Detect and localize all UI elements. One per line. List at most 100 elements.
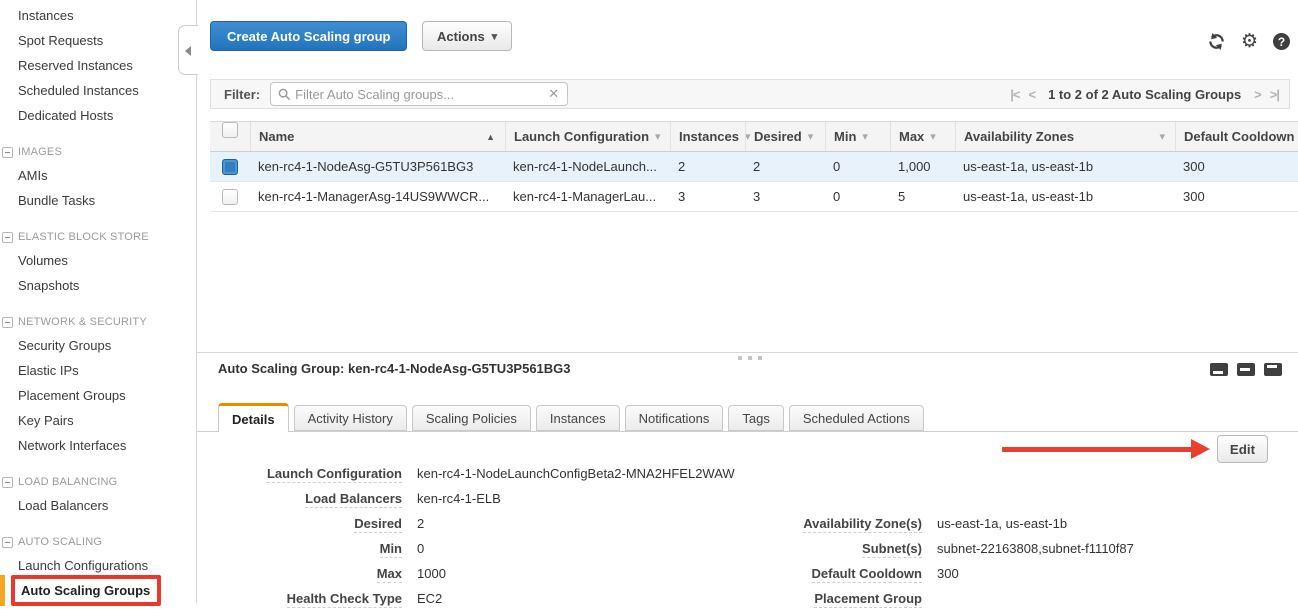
- panel-resize-handle[interactable]: [738, 356, 762, 360]
- actions-button[interactable]: Actions ▾: [422, 21, 512, 51]
- sidebar-section-network-security[interactable]: NETWORK & SECURITY: [0, 311, 196, 333]
- cell-default-cooldown: 300: [1175, 159, 1298, 174]
- cell-max: 1,000: [890, 159, 955, 174]
- field-label: Subnet(s): [738, 541, 922, 556]
- field-desired: Desired 2: [218, 516, 424, 531]
- sidebar-item-spot-requests[interactable]: Spot Requests: [0, 28, 196, 53]
- sidebar-item-amis[interactable]: AMIs: [0, 163, 196, 188]
- field-value: us-east-1a, us-east-1b: [937, 516, 1067, 531]
- panel-layout-split-icon[interactable]: [1237, 363, 1255, 376]
- sidebar-section-ebs[interactable]: ELASTIC BLOCK STORE: [0, 226, 196, 248]
- sidebar-item-auto-scaling-groups[interactable]: Auto Scaling Groups: [0, 578, 196, 603]
- column-header-availability-zones[interactable]: Availability Zones ▾: [955, 122, 1175, 151]
- field-default-cooldown: Default Cooldown 300: [738, 566, 959, 581]
- field-value: 2: [417, 516, 424, 531]
- table-row[interactable]: ken-rc4-1-NodeAsg-G5TU3P561BG3 ken-rc4-1…: [210, 152, 1298, 182]
- tab-details[interactable]: Details: [218, 403, 289, 432]
- tab-scaling-policies[interactable]: Scaling Policies: [412, 405, 531, 431]
- gear-icon[interactable]: ⚙: [1241, 32, 1258, 51]
- tab-tags[interactable]: Tags: [728, 405, 783, 431]
- column-header-min[interactable]: Min ▾: [825, 122, 890, 151]
- sidebar-section-images[interactable]: IMAGES: [0, 141, 196, 163]
- field-label: Default Cooldown: [738, 566, 922, 581]
- field-subnets: Subnet(s) subnet-22163808,subnet-f1110f8…: [738, 541, 1134, 556]
- sidebar-item-snapshots[interactable]: Snapshots: [0, 273, 196, 298]
- filter-input[interactable]: [291, 87, 548, 102]
- select-all-cell: [210, 122, 250, 151]
- collapse-section-icon: [2, 537, 13, 548]
- create-auto-scaling-group-button[interactable]: Create Auto Scaling group: [210, 21, 407, 51]
- panel-divider: [197, 352, 1298, 353]
- field-max: Max 1000: [218, 566, 446, 581]
- sidebar-item-scheduled-instances[interactable]: Scheduled Instances: [0, 78, 196, 103]
- panel-layout-controls: [1210, 363, 1282, 376]
- sidebar-item-reserved-instances[interactable]: Reserved Instances: [0, 53, 196, 78]
- paging-first-icon[interactable]: |<: [1010, 87, 1019, 102]
- column-header-launch-configuration[interactable]: Launch Configuration ▾: [505, 122, 670, 151]
- filter-label: Filter:: [224, 87, 260, 102]
- column-header-default-cooldown[interactable]: Default Cooldown: [1175, 122, 1298, 151]
- help-icon[interactable]: ?: [1273, 33, 1290, 50]
- select-all-checkbox[interactable]: [222, 122, 238, 138]
- column-header-desired[interactable]: Desired ▾: [745, 122, 825, 151]
- column-label: Name: [259, 129, 294, 144]
- field-label: Health Check Type: [218, 591, 402, 606]
- tab-instances[interactable]: Instances: [536, 405, 620, 431]
- tab-activity-history[interactable]: Activity History: [294, 405, 407, 431]
- sidebar-collapse-handle[interactable]: [178, 25, 198, 75]
- sidebar-item-network-interfaces[interactable]: Network Interfaces: [0, 433, 196, 458]
- field-health-check-type: Health Check Type EC2: [218, 591, 442, 606]
- sidebar-item-security-groups[interactable]: Security Groups: [0, 333, 196, 358]
- cell-min: 0: [825, 189, 890, 204]
- column-header-max[interactable]: Max ▾: [890, 122, 955, 151]
- table-row[interactable]: ken-rc4-1-ManagerAsg-14US9WWCR... ken-rc…: [210, 182, 1298, 212]
- sidebar-item-dedicated-hosts[interactable]: Dedicated Hosts: [0, 103, 196, 128]
- edit-button[interactable]: Edit: [1217, 435, 1268, 463]
- pagination-text: 1 to 2 of 2 Auto Scaling Groups: [1048, 87, 1241, 102]
- field-value: EC2: [417, 591, 442, 606]
- refresh-icon[interactable]: [1207, 32, 1226, 51]
- row-checkbox[interactable]: [222, 159, 238, 175]
- sidebar-item-label: Auto Scaling Groups: [21, 583, 150, 598]
- column-label: Instances: [679, 129, 739, 144]
- sidebar-section-auto-scaling[interactable]: AUTO SCALING: [0, 531, 196, 553]
- sidebar-section-load-balancing[interactable]: LOAD BALANCING: [0, 471, 196, 493]
- details-tabs: Details Activity History Scaling Policie…: [218, 403, 924, 432]
- sidebar-item-elastic-ips[interactable]: Elastic IPs: [0, 358, 196, 383]
- field-value: ken-rc4-1-ELB: [417, 491, 501, 506]
- clear-icon[interactable]: ✕: [548, 86, 559, 102]
- active-item-bar: [0, 575, 5, 606]
- field-load-balancers: Load Balancers ken-rc4-1-ELB: [218, 491, 501, 506]
- search-box[interactable]: ✕: [270, 82, 568, 106]
- tab-scheduled-actions[interactable]: Scheduled Actions: [789, 405, 924, 431]
- panel-layout-bottom-icon[interactable]: [1210, 363, 1228, 376]
- sidebar-item-key-pairs[interactable]: Key Pairs: [0, 408, 196, 433]
- paging-last-icon[interactable]: >|: [1270, 87, 1279, 102]
- field-label: Max: [218, 566, 402, 581]
- paging-next-icon[interactable]: >: [1254, 87, 1261, 102]
- sort-ascending-icon: ▲: [486, 132, 495, 142]
- column-label: Launch Configuration: [514, 129, 649, 144]
- row-checkbox[interactable]: [222, 189, 238, 205]
- column-label: Min: [834, 129, 856, 144]
- sidebar-item-volumes[interactable]: Volumes: [0, 248, 196, 273]
- auto-scaling-groups-table: Name ▲ Launch Configuration ▾ Instances …: [210, 121, 1298, 212]
- column-label: Desired: [754, 129, 802, 144]
- sidebar-item-bundle-tasks[interactable]: Bundle Tasks: [0, 188, 196, 213]
- sidebar-item-load-balancers[interactable]: Load Balancers: [0, 493, 196, 518]
- panel-layout-top-icon[interactable]: [1264, 363, 1282, 376]
- collapse-section-icon: [2, 147, 13, 158]
- column-caret-icon: ▾: [930, 130, 936, 143]
- column-label: Availability Zones: [964, 129, 1074, 144]
- cell-max: 5: [890, 189, 955, 204]
- column-header-name[interactable]: Name ▲: [250, 122, 505, 151]
- collapse-section-icon: [2, 232, 13, 243]
- sidebar-section-label: NETWORK & SECURITY: [18, 311, 147, 333]
- tab-notifications[interactable]: Notifications: [625, 405, 724, 431]
- field-value: 300: [937, 566, 959, 581]
- paging-prev-icon[interactable]: <: [1028, 87, 1035, 102]
- column-header-instances[interactable]: Instances ▾: [670, 122, 745, 151]
- cell-instances: 2: [670, 159, 745, 174]
- sidebar-item-instances[interactable]: Instances: [0, 3, 196, 28]
- sidebar-item-placement-groups[interactable]: Placement Groups: [0, 383, 196, 408]
